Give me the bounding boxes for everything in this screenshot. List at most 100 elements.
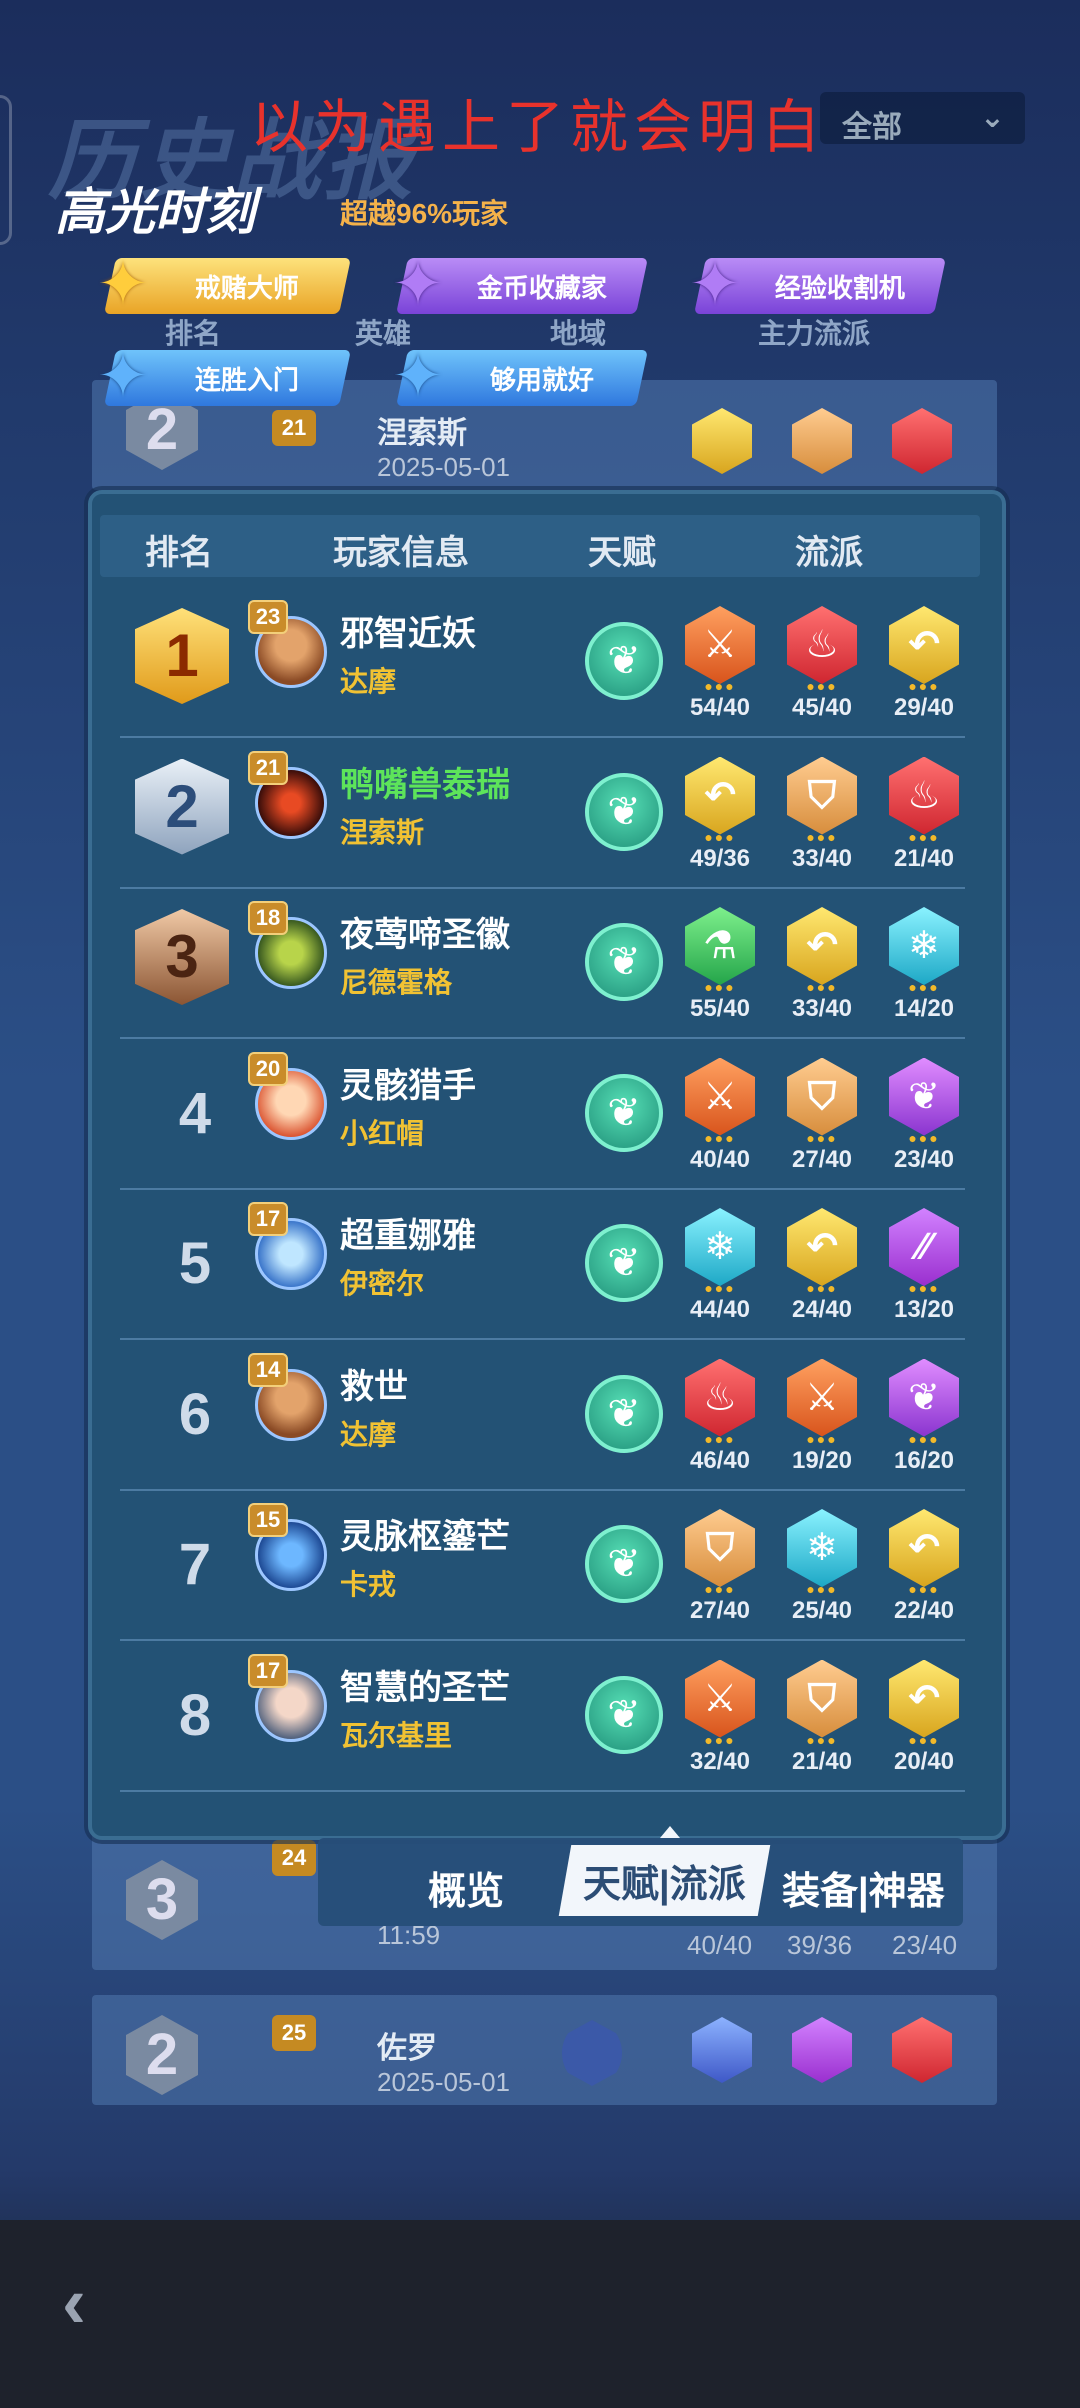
hero-name: 伊密尔 (340, 1268, 425, 1299)
school-progress: 16/20 (893, 1446, 955, 1474)
star-dots: ●●● (806, 1581, 838, 1597)
tab-overview[interactable]: 概览 (428, 1860, 504, 1915)
tree-icon[interactable]: ❦ (585, 1073, 663, 1152)
bg-hero-name: 佐罗 (377, 2032, 437, 2065)
level-badge: 20 (248, 1051, 288, 1086)
school-item[interactable]: ↶ ●●● 49/36 (680, 756, 760, 877)
star-dots: ●●● (806, 979, 838, 995)
star-dots: ●●● (704, 979, 736, 995)
star-dots: ●●● (806, 1280, 838, 1296)
school-item[interactable]: ⛉ ●●● 27/40 (782, 1057, 862, 1178)
rank-number: 8 (178, 1682, 212, 1748)
school-item[interactable]: ❄ ●●● 14/20 (884, 907, 964, 1027)
tree-icon[interactable]: ❦ (585, 1525, 663, 1603)
school-item[interactable]: ⁄⁄ ●●● 13/20 (884, 1208, 964, 1328)
school-item[interactable]: ⚔ ●●● 54/40 (680, 606, 760, 726)
school-progress: 27/40 (689, 1597, 751, 1624)
school-item[interactable]: ↶ ●●● 29/40 (884, 606, 964, 726)
table-row[interactable]: 3 18 夜莺啼圣徽 尼德霍格 ❦ ⚗ ●●● 55/40 ↶ ●●● 33/4… (120, 889, 965, 1039)
school-item[interactable]: ♨ ●●● 46/40 (680, 1358, 760, 1479)
school-item[interactable]: ⚔ ●●● 40/40 (680, 1057, 760, 1178)
school-item[interactable]: ↶ ●●● 22/40 (884, 1509, 964, 1629)
star-dots: ●●● (704, 1731, 736, 1748)
player-name: 智慧的圣芒 (340, 1668, 510, 1707)
table-row[interactable]: 7 15 灵脉枢鎏芒 卡戎 ❦ ⛉ ●●● 27/40 ❄ ●●● 25/40 … (120, 1491, 965, 1641)
school-progress: 23/40 (893, 1145, 955, 1173)
level-badge: 15 (248, 1503, 288, 1537)
tree-icon[interactable]: ❦ (585, 1224, 663, 1302)
school-progress: 13/20 (893, 1296, 955, 1323)
school-item[interactable]: ♨ ●●● 21/40 (884, 756, 964, 877)
tree-icon[interactable]: ❦ (585, 1675, 663, 1754)
tab-talent-school[interactable]: 天赋|流派 (558, 1845, 770, 1916)
school-item[interactable]: ↶ ●●● 24/40 (782, 1208, 862, 1328)
school-progress: 21/40 (893, 844, 955, 872)
table-row[interactable]: 1 23 邪智近妖 达摩 ❦ ⚔ ●●● 54/40 ♨ ●●● 45/40 ↶… (120, 588, 965, 738)
hero-name: 涅索斯 (340, 816, 425, 848)
tree-icon[interactable]: ❦ (585, 772, 663, 851)
badge-label: 戒赌大师 (195, 272, 300, 303)
row-divider (120, 1789, 965, 1792)
claw-icon (792, 2017, 852, 2083)
table-row[interactable]: 8 17 智慧的圣芒 瓦尔基里 ❦ ⚔ ●●● 32/40 ⛉ ●●● 21/4… (120, 1642, 965, 1792)
table-row[interactable]: 6 14 救世 达摩 ❦ ♨ ●●● 46/40 ⚔ ●●● 19/20 ❦ ●… (120, 1341, 965, 1491)
school-item[interactable]: ⚔ ●●● 19/20 (782, 1358, 862, 1479)
arm-icon: ↶ (787, 907, 857, 985)
school-item[interactable]: ❄ ●●● 44/40 (680, 1208, 760, 1328)
table-row[interactable]: 2 21 鸭嘴兽泰瑞 涅索斯 ❦ ↶ ●●● 49/36 ⛉ ●●● 33/40… (120, 739, 965, 889)
filter-dropdown[interactable]: 全部 ⌄ (820, 92, 1025, 144)
bg-record-card[interactable]: 2 25 佐罗 2025-05-01 (92, 1995, 997, 2105)
star-dots: ●●● (806, 828, 838, 845)
school-item[interactable]: ↶ ●●● 20/40 (884, 1659, 964, 1780)
player-name: 邪智近妖 (340, 615, 476, 653)
tab-equipment[interactable]: 装备|神器 (782, 1860, 945, 1915)
filter-dropdown-label: 全部 (842, 111, 902, 144)
level-badge: 23 (248, 600, 288, 634)
school-item[interactable]: ⛉ ●●● 33/40 (782, 756, 862, 877)
school-progress: 20/40 (893, 1747, 955, 1775)
hero-name: 达摩 (340, 1418, 397, 1450)
bottom-nav-bar (0, 2220, 1080, 2408)
table-row[interactable]: 5 17 超重娜雅 伊密尔 ❦ ❄ ●●● 44/40 ↶ ●●● 24/40 … (120, 1190, 965, 1340)
chevron-left-icon[interactable]: ‹ (62, 2262, 86, 2344)
badge-label: 连胜入门 (195, 364, 300, 395)
bg-level-badge: 25 (272, 2015, 316, 2051)
flame-icon: ♨ (889, 756, 959, 835)
school-item[interactable]: ⛉ ●●● 27/40 (680, 1509, 760, 1629)
handwritten-overlay: 以为遇上了就会明白 (250, 93, 827, 161)
school-progress: 29/40 (893, 694, 955, 721)
bg-header-rank: 排名 (165, 318, 222, 349)
school-item[interactable]: ❄ ●●● 25/40 (782, 1509, 862, 1629)
star-dots: ●●● (908, 828, 940, 845)
school-progress: 33/40 (791, 995, 853, 1022)
school-item[interactable]: ⚗ ●●● 55/40 (680, 907, 760, 1027)
highlight-subtitle: 超越96%玩家 (340, 198, 509, 229)
star-dots: ●●● (806, 1430, 838, 1447)
star-dots: ●●● (704, 828, 736, 845)
school-item[interactable]: ❦ ●●● 23/40 (884, 1057, 964, 1178)
sword-icon: ⚔ (685, 606, 755, 684)
star-dots: ●●● (908, 1129, 940, 1146)
tree-icon[interactable]: ❦ (585, 923, 663, 1001)
badge-label: 够用就好 (489, 364, 594, 395)
table-row[interactable]: 4 20 灵骸猎手 小红帽 ❦ ⚔ ●●● 40/40 ⛉ ●●● 27/40 … (120, 1040, 965, 1190)
star-dots: ●●● (908, 1581, 940, 1597)
player-name: 救世 (340, 1367, 408, 1406)
shield-icon: ⛉ (787, 1057, 857, 1136)
tree-icon[interactable]: ❦ (585, 1374, 663, 1453)
hero-name: 尼德霍格 (340, 967, 453, 998)
bg-level-badge: 21 (272, 410, 316, 446)
region-icon (562, 2020, 622, 2086)
tree-icon[interactable]: ❦ (585, 622, 663, 700)
star-dots: ●●● (908, 1430, 940, 1447)
school-item[interactable]: ♨ ●●● 45/40 (782, 606, 862, 726)
school-progress: 45/40 (791, 694, 853, 721)
snowflake-icon: ❄ (685, 1208, 755, 1286)
school-progress: 27/40 (791, 1145, 853, 1173)
side-edge-decoration (0, 95, 12, 245)
hero-name: 小红帽 (340, 1117, 425, 1149)
school-item[interactable]: ⛉ ●●● 21/40 (782, 1659, 862, 1780)
school-item[interactable]: ❦ ●●● 16/20 (884, 1358, 964, 1479)
school-item[interactable]: ⚔ ●●● 32/40 (680, 1659, 760, 1780)
school-item[interactable]: ↶ ●●● 33/40 (782, 907, 862, 1027)
